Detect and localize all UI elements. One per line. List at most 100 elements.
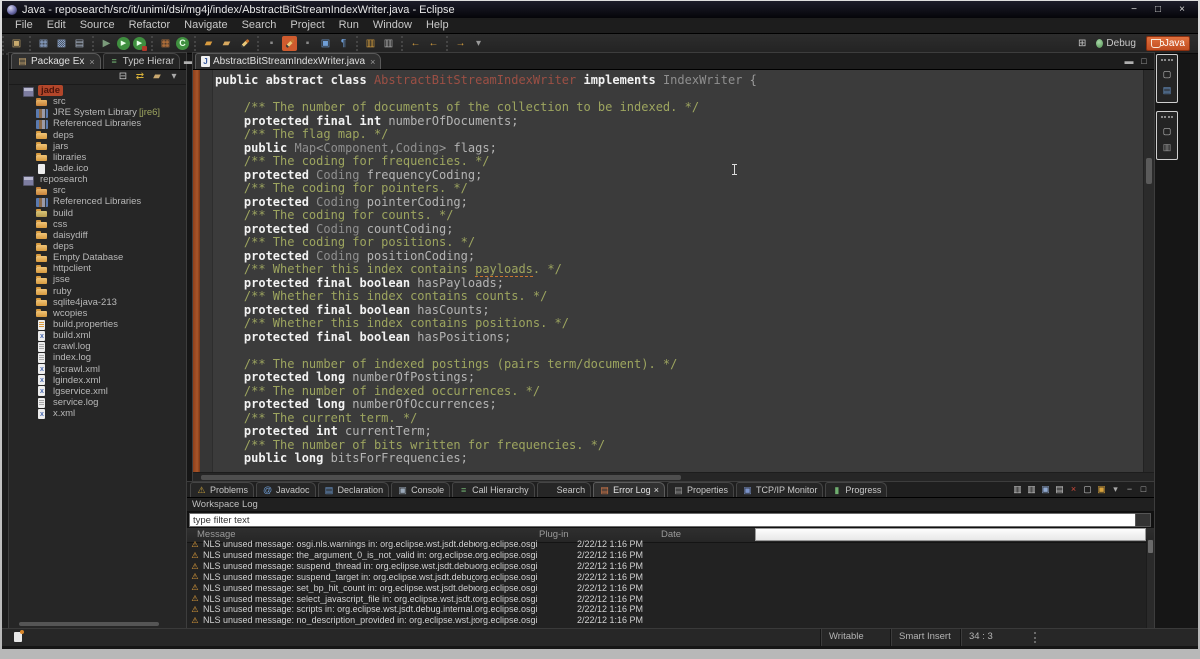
- tree-item-jars[interactable]: jars: [9, 141, 186, 152]
- tab-javadoc[interactable]: @Javadoc: [256, 482, 316, 497]
- tab-search[interactable]: Search: [537, 482, 592, 497]
- pin-editor-icon[interactable]: ▥: [381, 36, 396, 51]
- minimize-icon[interactable]: −: [1124, 484, 1135, 495]
- tree-item-deps[interactable]: deps: [9, 241, 186, 252]
- tab-error-log[interactable]: ▤Error Log×: [593, 482, 665, 497]
- menu-run[interactable]: Run: [332, 18, 366, 33]
- tree-item-referenced-libraries[interactable]: Referenced Libraries: [9, 118, 186, 129]
- close-tab-icon[interactable]: ×: [654, 485, 659, 495]
- tree-item-reposearch[interactable]: reposearch: [9, 174, 186, 185]
- log-row[interactable]: ⚠NLS unused message: suspend_target in: …: [187, 572, 1147, 583]
- refresh-log-icon[interactable]: ▣: [1040, 484, 1051, 495]
- tab-package-explorer[interactable]: ▤ Package Ex ×: [11, 53, 101, 69]
- restore-view-icon[interactable]: ▢: [1161, 125, 1173, 137]
- next-annotation-icon[interactable]: ▪: [300, 36, 315, 51]
- tree-item-ruby[interactable]: ruby: [9, 286, 186, 297]
- new-class-icon[interactable]: C: [176, 37, 189, 50]
- menu-source[interactable]: Source: [73, 18, 122, 33]
- format-icon[interactable]: ▣: [318, 36, 333, 51]
- clear-log-icon[interactable]: ▢: [1082, 484, 1093, 495]
- scrollbar-thumb[interactable]: [1148, 540, 1153, 553]
- tree-item-httpclient[interactable]: httpclient: [9, 263, 186, 274]
- editor-tab[interactable]: J AbstractBitStreamIndexWriter.java ×: [195, 53, 381, 69]
- last-edit-icon[interactable]: ▪: [264, 36, 279, 51]
- menu-refactor[interactable]: Refactor: [122, 18, 178, 33]
- tree-item-referenced-libraries[interactable]: Referenced Libraries: [9, 196, 186, 207]
- editor-vertical-scrollbar[interactable]: [1143, 70, 1154, 473]
- filters-icon[interactable]: ▰: [151, 71, 163, 83]
- open-perspective-icon[interactable]: ⊞: [1078, 38, 1086, 49]
- forward-icon[interactable]: →: [453, 36, 468, 51]
- tab-call-hierarchy[interactable]: ≡Call Hierarchy: [452, 482, 535, 497]
- view-menu-icon[interactable]: ▾: [1110, 484, 1121, 495]
- tab-declaration[interactable]: ▤Declaration: [318, 482, 390, 497]
- tree-item-daisydiff[interactable]: daisydiff: [9, 230, 186, 241]
- log-row[interactable]: ⚠NLS unused message: no_description_prov…: [187, 615, 1147, 626]
- new-java-project-icon[interactable]: ▦: [158, 36, 173, 51]
- debug-icon[interactable]: ▶: [99, 36, 114, 51]
- perspective-debug[interactable]: Debug: [1092, 37, 1139, 50]
- maximize-button[interactable]: □: [1148, 3, 1168, 16]
- outline-view-icon[interactable]: ▤: [1161, 84, 1173, 96]
- tree-item-jre-system-library[interactable]: JRE System Library [jre6]: [9, 107, 186, 118]
- tab-tcp-ip-monitor[interactable]: ▣TCP/IP Monitor: [736, 482, 823, 497]
- back-history-icon[interactable]: ←: [426, 36, 441, 51]
- minimize-button[interactable]: −: [1124, 3, 1144, 16]
- menu-window[interactable]: Window: [366, 18, 419, 33]
- close-button[interactable]: ×: [1172, 3, 1192, 16]
- minimize-editor-icon[interactable]: ▬: [1123, 55, 1135, 67]
- external-tools-icon[interactable]: ▶: [133, 37, 146, 50]
- menu-file[interactable]: File: [8, 18, 40, 33]
- print-icon[interactable]: ▤: [72, 36, 87, 51]
- tree-item-lgservice-xml[interactable]: lgservice.xml: [9, 386, 186, 397]
- tab-problems[interactable]: ⚠Problems: [190, 482, 254, 497]
- tree-item-jade[interactable]: jade: [9, 85, 186, 96]
- tab-progress[interactable]: ▮Progress: [825, 482, 887, 497]
- new-wizard-icon[interactable]: ▣: [9, 36, 24, 51]
- tree-item-index-log[interactable]: index.log: [9, 352, 186, 363]
- open-log-icon[interactable]: ▤: [1054, 484, 1065, 495]
- snippets-view-icon[interactable]: ▥: [1161, 141, 1173, 153]
- save-all-icon[interactable]: ▩: [54, 36, 69, 51]
- close-editor-icon[interactable]: ×: [370, 57, 375, 67]
- menu-navigate[interactable]: Navigate: [177, 18, 234, 33]
- log-vertical-scrollbar[interactable]: [1146, 539, 1154, 630]
- menu-edit[interactable]: Edit: [40, 18, 73, 33]
- filter-input[interactable]: [189, 513, 1136, 527]
- run-icon[interactable]: ▶: [117, 37, 130, 50]
- tree-item-src[interactable]: src: [9, 185, 186, 196]
- maximize-editor-icon[interactable]: □: [1138, 55, 1150, 67]
- export-log-icon[interactable]: ▥: [1012, 484, 1023, 495]
- tree-item-empty-database[interactable]: Empty Database: [9, 252, 186, 263]
- tree-item-x-xml[interactable]: x.xml: [9, 408, 186, 419]
- tree-item-libraries[interactable]: libraries: [9, 152, 186, 163]
- maximize-icon[interactable]: □: [1138, 484, 1149, 495]
- title-bar[interactable]: Java - reposearch/src/it/unimi/dsi/mg4j/…: [2, 1, 1198, 18]
- code-text[interactable]: public abstract class AbstractBitStreamI…: [215, 74, 1142, 466]
- filter-button[interactable]: [1135, 513, 1151, 527]
- link-with-editor-icon[interactable]: ⇄: [134, 71, 146, 83]
- restore-view-icon[interactable]: ▢: [1161, 68, 1173, 80]
- scrollbar-thumb[interactable]: [1146, 158, 1152, 184]
- menu-help[interactable]: Help: [419, 18, 456, 33]
- log-row[interactable]: ⚠NLS unused message: suspend_thread in: …: [187, 561, 1147, 572]
- tree-item-build-properties[interactable]: build.properties: [9, 319, 186, 330]
- tree-item-src[interactable]: src: [9, 96, 186, 107]
- tree-item-build[interactable]: build: [9, 208, 186, 219]
- menu-project[interactable]: Project: [283, 18, 331, 33]
- import-log-icon[interactable]: ▥: [1026, 484, 1037, 495]
- menu-search[interactable]: Search: [235, 18, 284, 33]
- tab-type-hierarchy[interactable]: ≡ Type Hierar: [103, 53, 181, 69]
- log-row[interactable]: ⚠NLS unused message: the_argument_0_is_n…: [187, 550, 1147, 561]
- close-tab-icon[interactable]: ×: [89, 57, 94, 67]
- tree-item-jsse[interactable]: jsse: [9, 274, 186, 285]
- delete-log-icon[interactable]: ×: [1068, 484, 1079, 495]
- tree-item-jade-ico[interactable]: Jade.ico: [9, 163, 186, 174]
- tree-item-crawl-log[interactable]: crawl.log: [9, 341, 186, 352]
- editor-gutter[interactable]: [200, 70, 213, 473]
- tree-item-deps[interactable]: deps: [9, 130, 186, 141]
- sidebar-horizontal-scrollbar[interactable]: [19, 622, 159, 626]
- checkout-project-icon[interactable]: ▰: [201, 36, 216, 51]
- tab-console[interactable]: ▣Console: [391, 482, 450, 497]
- tab-properties[interactable]: ▤Properties: [667, 482, 734, 497]
